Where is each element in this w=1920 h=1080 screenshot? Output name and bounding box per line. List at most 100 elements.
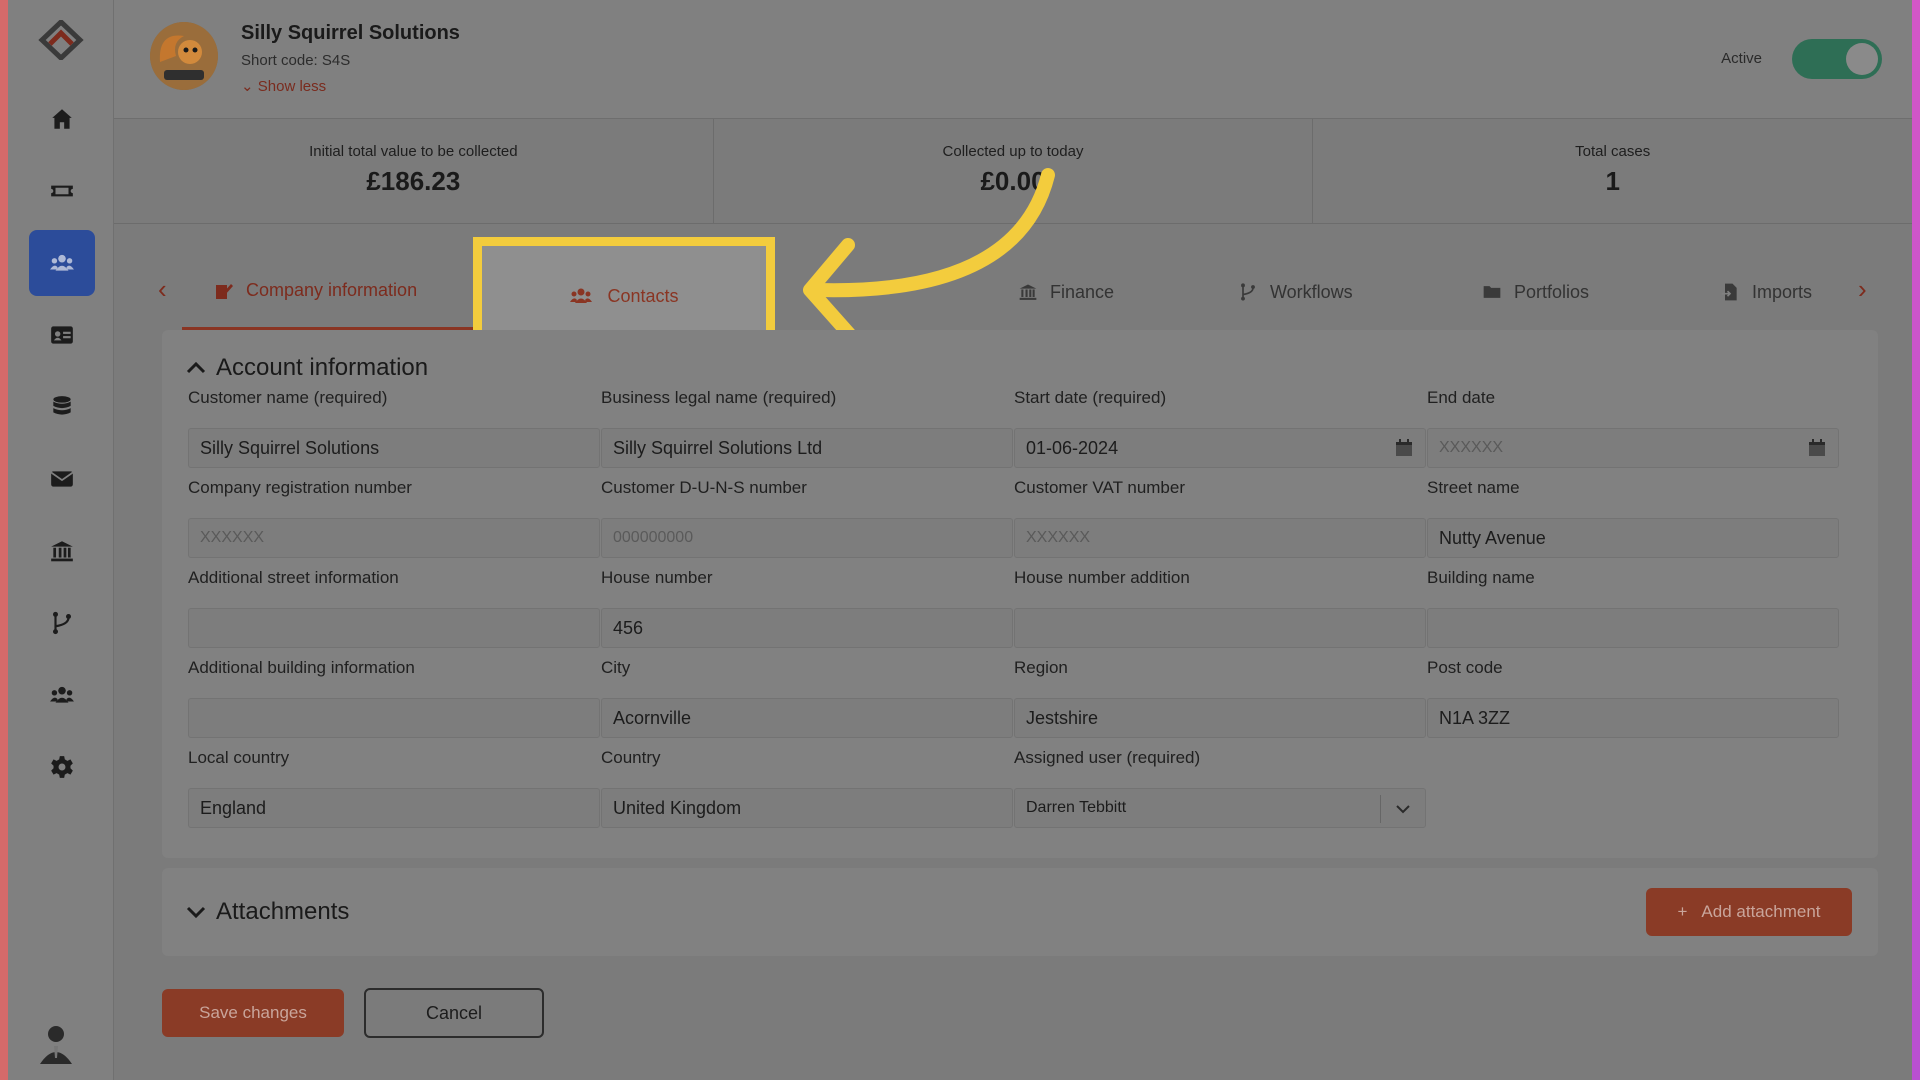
sidebar-item-settings[interactable] [29, 734, 95, 800]
show-less-link[interactable]: ⌄ Show less [241, 77, 326, 95]
country-input[interactable]: United Kingdom [601, 788, 1013, 828]
status-label: Active [1721, 50, 1762, 67]
folder-icon [1483, 286, 1501, 298]
customer-name-input[interactable]: Silly Squirrel Solutions [188, 428, 600, 468]
active-toggle[interactable] [1792, 39, 1882, 79]
assigned-user-field: Assigned user (required) Darren Tebbitt [1014, 748, 1426, 828]
app-window: Silly Squirrel Solutions Short code: S4S… [8, 0, 1912, 1080]
field-label: Additional street information [188, 568, 399, 587]
post-code-input[interactable]: N1A 3ZZ [1427, 698, 1839, 738]
company-logo [150, 22, 218, 90]
field-label: House number addition [1014, 568, 1190, 587]
edit-doc-icon [216, 283, 233, 299]
tab-label: Portfolios [1514, 281, 1590, 302]
additional-street-field: Additional street information [188, 568, 600, 648]
field-label: Start date (required) [1014, 388, 1167, 407]
field-label: Assigned user (required) [1014, 748, 1201, 767]
duns-input[interactable]: 000000000 [601, 518, 1013, 558]
local-country-input[interactable]: England [188, 788, 600, 828]
region-input[interactable]: Jestshire [1014, 698, 1426, 738]
tab-scroll-right-icon[interactable]: › [1858, 274, 1867, 305]
additional-building-field: Additional building information [188, 658, 600, 738]
stat-value: £186.23 [366, 166, 461, 196]
section-title: Account information [216, 354, 429, 381]
stat-label: Collected up to today [942, 143, 1084, 160]
additional-building-input[interactable] [188, 698, 600, 738]
screen-edge [1912, 0, 1920, 1080]
company-registration-field: Company registration number XXXXXX [188, 478, 600, 558]
house-number-addition-input[interactable] [1014, 608, 1426, 648]
calendar-icon[interactable] [1395, 439, 1413, 457]
house-number-input[interactable]: 456 [601, 608, 1013, 648]
sidebar-item-customers[interactable] [29, 230, 95, 296]
end-date-input[interactable]: XXXXXX [1427, 428, 1839, 468]
field-label: Additional building information [188, 658, 415, 677]
post-code-field: Post code N1A 3ZZ [1427, 658, 1839, 738]
stat-total-cases: Total cases 1 [1313, 119, 1912, 223]
app-logo-icon[interactable] [38, 20, 84, 60]
sidebar-item-home[interactable] [29, 86, 95, 152]
tab-label: Company information [246, 280, 418, 300]
calendar-icon[interactable] [1808, 439, 1826, 457]
users-icon [570, 288, 593, 303]
end-date-placeholder: XXXXXX [1439, 439, 1504, 456]
street-name-input[interactable]: Nutty Avenue [1427, 518, 1839, 558]
customer-name-field: Customer name (required) Silly Squirrel … [188, 388, 600, 468]
company-registration-input[interactable]: XXXXXX [188, 518, 600, 558]
sidebar-item-contacts[interactable] [29, 302, 95, 368]
sidebar-item-mail[interactable] [29, 446, 95, 512]
field-label: Customer name (required) [188, 388, 388, 407]
bank-icon [51, 541, 73, 562]
assigned-user-select[interactable]: Darren Tebbitt [1014, 788, 1426, 828]
short-code: Short code: S4S [241, 52, 351, 69]
tab-imports[interactable]: Imports [1720, 254, 1812, 330]
add-attachment-button[interactable]: + Add attachment [1646, 888, 1852, 936]
country-field: Country United Kingdom [601, 748, 1013, 828]
save-button[interactable]: Save changes [162, 989, 344, 1037]
add-attachment-label: Add attachment [1701, 902, 1821, 921]
chevron-down-icon[interactable] [186, 906, 206, 920]
cancel-button[interactable]: Cancel [364, 988, 544, 1038]
ticket-icon [51, 185, 73, 197]
additional-street-input[interactable] [188, 608, 600, 648]
sidebar-item-tickets[interactable] [29, 158, 95, 224]
sidebar-item-team[interactable] [29, 662, 95, 728]
team-icon [50, 686, 74, 703]
tab-label: Imports [1752, 281, 1813, 302]
field-label: Local country [188, 748, 290, 767]
vat-input[interactable]: XXXXXX [1014, 518, 1426, 558]
user-avatar[interactable] [38, 1022, 74, 1064]
tab-company-information[interactable]: Company information [182, 254, 498, 330]
field-label: Customer D-U-N-S number [601, 478, 807, 497]
legal-name-input[interactable]: Silly Squirrel Solutions Ltd [601, 428, 1013, 468]
end-date-field: End date XXXXXX [1427, 388, 1839, 468]
tab-portfolios[interactable]: Portfolios [1482, 254, 1589, 330]
sidebar-item-finance[interactable] [29, 518, 95, 584]
chevron-down-icon: ⌄ [241, 78, 254, 95]
start-date-input[interactable]: 01-06-2024 [1014, 428, 1426, 468]
sidebar-item-workflows[interactable] [29, 590, 95, 656]
chevron-up-icon[interactable] [186, 360, 206, 374]
sidebar-item-data[interactable] [29, 374, 95, 440]
field-label: Region [1014, 658, 1068, 677]
field-label: Business legal name (required) [601, 388, 837, 407]
region-field: Region Jestshire [1014, 658, 1426, 738]
tab-scroll-left-icon[interactable]: ‹ [158, 274, 167, 305]
gear-icon [51, 756, 73, 778]
section-title: Attachments [216, 898, 350, 925]
building-name-input[interactable] [1427, 608, 1839, 648]
select-divider [1380, 795, 1381, 823]
city-input[interactable]: Acornville [601, 698, 1013, 738]
tab-workflows[interactable]: Workflows [1238, 254, 1353, 330]
plus-icon: + [1677, 902, 1688, 921]
building-name-field: Building name [1427, 568, 1839, 648]
stat-label: Initial total value to be collected [309, 143, 518, 160]
house-number-field: House number 456 [601, 568, 1013, 648]
chevron-down-icon[interactable] [1395, 803, 1411, 815]
house-number-addition-field: House number addition [1014, 568, 1426, 648]
stat-initial-total: Initial total value to be collected £186… [114, 119, 714, 223]
users-icon [50, 254, 74, 271]
field-label: City [601, 658, 631, 677]
field-label: Country [601, 748, 661, 767]
home-icon [52, 109, 72, 129]
